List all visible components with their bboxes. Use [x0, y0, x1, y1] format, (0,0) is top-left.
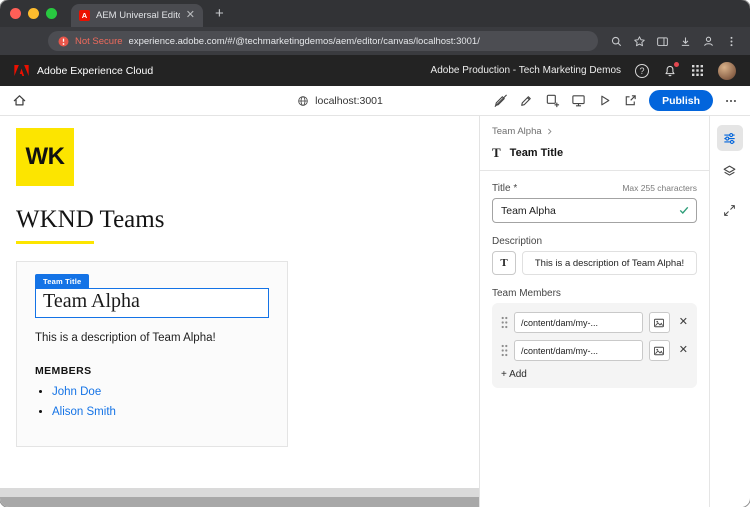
org-name[interactable]: Adobe Production - Tech Marketing Demos — [431, 65, 621, 76]
publish-button[interactable]: Publish — [649, 90, 713, 111]
bookmark-star-icon[interactable] — [633, 35, 646, 48]
right-rail — [709, 116, 749, 507]
window-controls — [10, 8, 57, 19]
play-icon[interactable] — [597, 93, 612, 108]
browser-window: A AEM Universal Editor | Adob... ✕ + Not… — [0, 0, 750, 507]
asset-picker-button[interactable] — [648, 312, 670, 333]
team-members-group: ✕ ✕ + Add — [492, 303, 697, 388]
side-panel-icon[interactable] — [656, 35, 669, 48]
member-path-input[interactable] — [514, 312, 643, 333]
editor-toolbar: localhost:3001 Publish — [0, 86, 750, 116]
layers-icon — [723, 165, 736, 176]
member-row: ✕ — [501, 340, 688, 361]
canvas-gutter — [0, 488, 479, 497]
notification-badge — [674, 61, 679, 67]
zoom-icon[interactable] — [610, 35, 623, 48]
breadcrumb-item[interactable]: Team Alpha — [492, 126, 542, 137]
help-icon[interactable]: ? — [635, 63, 649, 78]
member-list-item: Alison Smith — [52, 406, 269, 418]
description-text-icon[interactable]: T — [492, 251, 516, 275]
editor-canvas: WK WKND Teams Team Title Team Alpha This… — [0, 116, 480, 507]
adobe-header: Adobe Experience Cloud Adobe Production … — [0, 55, 750, 86]
properties-panel: Team Alpha T Team Title Title * Max 255 … — [480, 116, 709, 507]
omnibox[interactable]: Not Secure experience.adobe.com/#/@techm… — [48, 31, 598, 51]
browser-menu-icon[interactable] — [725, 35, 738, 48]
new-tab-button[interactable]: + — [215, 6, 224, 21]
valid-check-icon — [679, 206, 689, 214]
members-list: John Doe Alison Smith — [35, 386, 269, 418]
properties-rail-button[interactable] — [716, 125, 743, 151]
wknd-logo: WK — [16, 128, 74, 186]
download-icon[interactable] — [679, 35, 692, 48]
pen-slash-icon[interactable] — [493, 93, 508, 108]
members-heading: MEMBERS — [35, 365, 92, 377]
description-field[interactable]: This is a description of Team Alpha! — [522, 251, 697, 275]
layers-rail-button[interactable] — [717, 158, 743, 184]
image-icon — [654, 346, 665, 355]
maximize-window-button[interactable] — [46, 8, 57, 19]
description-field-label: Description — [492, 236, 543, 247]
team-title-tag: Team Title — [35, 274, 90, 288]
collapse-panel-button[interactable] — [717, 197, 743, 223]
profile-icon[interactable] — [702, 35, 715, 48]
add-member-button[interactable]: + Add — [501, 369, 527, 380]
toolbar-more-icon[interactable] — [724, 94, 738, 108]
pencil-icon[interactable] — [519, 93, 534, 108]
max-chars-hint: Max 255 characters — [622, 183, 697, 193]
team-card: Team Title Team Alpha This is a descript… — [16, 261, 288, 447]
remove-member-icon[interactable]: ✕ — [679, 345, 688, 356]
adobe-logo[interactable] — [14, 64, 29, 77]
tab-favicon-icon: A — [79, 10, 90, 21]
drag-handle-icon[interactable] — [501, 344, 508, 357]
minimize-window-button[interactable] — [28, 8, 39, 19]
brand-title: Adobe Experience Cloud — [37, 64, 154, 77]
globe-icon — [298, 95, 308, 106]
title-input[interactable] — [492, 198, 697, 223]
image-icon — [654, 318, 665, 327]
component-title: Team Title — [509, 147, 564, 159]
home-icon[interactable] — [12, 93, 27, 108]
chevron-right-icon — [547, 128, 552, 135]
tab-strip: A AEM Universal Editor | Adob... ✕ + — [0, 0, 750, 27]
text-component-icon: T — [492, 145, 501, 160]
open-in-new-icon[interactable] — [623, 93, 638, 108]
app-switcher-icon[interactable] — [691, 64, 704, 77]
team-title-selection[interactable]: Team Title Team Alpha — [35, 274, 269, 318]
tab-title: AEM Universal Editor | Adob... — [96, 10, 180, 21]
notifications-bell-icon[interactable] — [663, 61, 679, 78]
member-path-input[interactable] — [514, 340, 643, 361]
canvas-footer — [0, 488, 479, 507]
address-bar: Not Secure experience.adobe.com/#/@techm… — [0, 27, 750, 55]
not-secure-icon — [58, 36, 69, 46]
add-component-icon[interactable] — [545, 93, 560, 108]
user-avatar[interactable] — [718, 61, 736, 80]
required-mark: * — [513, 183, 518, 194]
remove-member-icon[interactable]: ✕ — [679, 317, 688, 328]
preview-monitor-icon[interactable] — [571, 93, 586, 108]
canvas-host: localhost:3001 — [315, 94, 383, 107]
drag-handle-icon[interactable] — [501, 316, 508, 329]
team-description[interactable]: This is a description of Team Alpha! — [35, 332, 269, 344]
tab-close-icon[interactable]: ✕ — [186, 10, 195, 21]
title-underline — [16, 241, 94, 244]
sliders-icon — [724, 132, 735, 144]
expand-icon — [724, 204, 735, 216]
member-link[interactable]: John Doe — [52, 386, 101, 398]
member-row: ✕ — [501, 312, 688, 333]
close-window-button[interactable] — [10, 8, 21, 19]
asset-picker-button[interactable] — [648, 340, 670, 361]
member-list-item: John Doe — [52, 386, 269, 398]
security-label: Not Secure — [75, 35, 123, 47]
team-title-text[interactable]: Team Alpha — [43, 290, 261, 313]
url-text: experience.adobe.com/#/@techmarketingdem… — [128, 35, 480, 47]
horizontal-scrollbar[interactable] — [0, 497, 479, 507]
page-title: WKND Teams — [16, 206, 165, 233]
member-link[interactable]: Alison Smith — [52, 406, 116, 418]
team-members-label: Team Members — [492, 288, 561, 299]
browser-tab[interactable]: A AEM Universal Editor | Adob... ✕ — [71, 4, 203, 27]
title-field-label: Title * — [492, 183, 518, 194]
